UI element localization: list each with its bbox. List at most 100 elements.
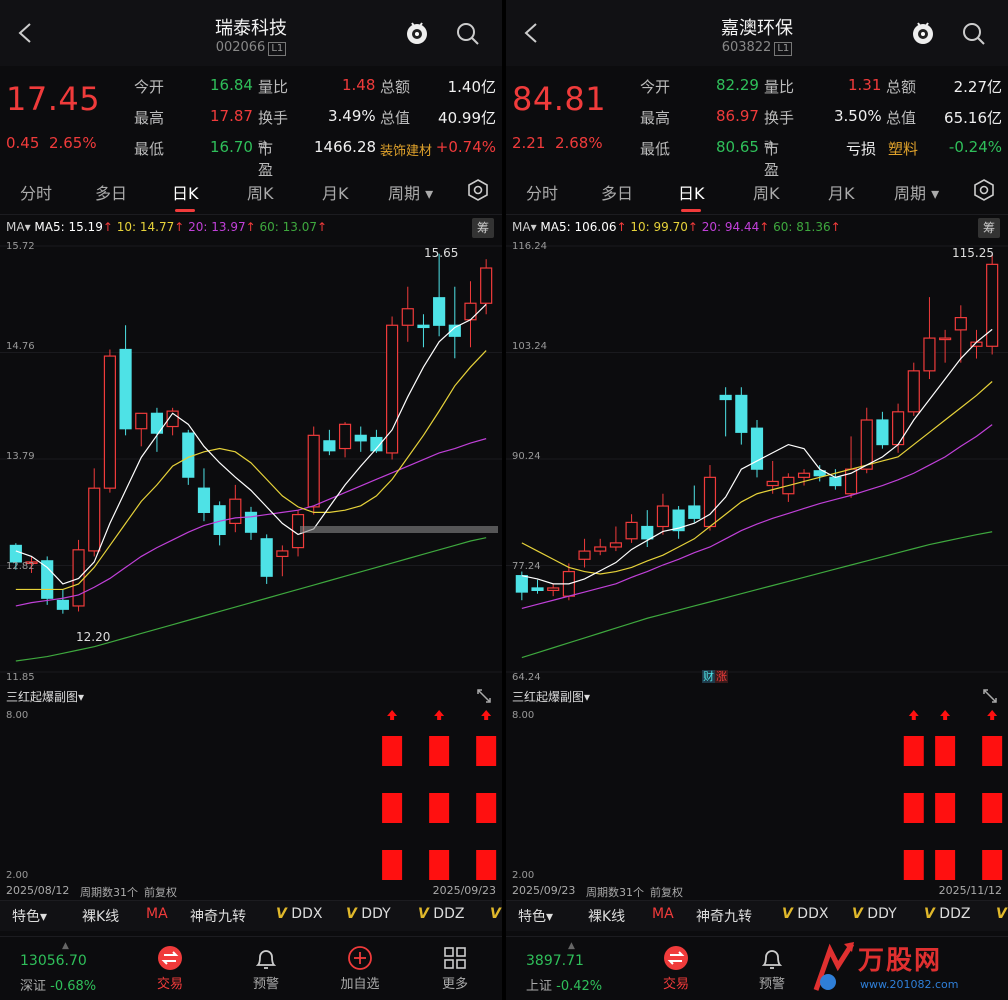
- indicator-bar: 特色▾ 裸K线 MA 神奇九转 V DDX V DDY V DDZ V: [0, 900, 502, 931]
- signal-bar: [982, 736, 1003, 766]
- quote-row-3: 最低 80.65 市盈动 亏损 塑料 -0.24%: [640, 138, 1002, 179]
- tab-monthly-k[interactable]: 月K: [322, 180, 349, 204]
- indicator-ddz[interactable]: V DDZ: [418, 906, 464, 922]
- assistant-icon[interactable]: [910, 20, 936, 46]
- nav-trade[interactable]: 交易: [646, 945, 706, 992]
- signal-bar: [935, 850, 956, 880]
- candle-body: [323, 440, 336, 452]
- bell-icon: [761, 950, 783, 969]
- axis-label: 77.24: [512, 561, 541, 572]
- signal-arrow-stem: [943, 716, 948, 720]
- indicator-naked-k[interactable]: 裸K线: [82, 906, 119, 926]
- tab-daily-k[interactable]: 日K: [678, 180, 705, 212]
- sector-change: -0.24%: [948, 138, 1002, 156]
- signal-bar: [476, 736, 497, 766]
- candle-body: [276, 550, 289, 558]
- sub-chart-selector[interactable]: 三红起爆副图▾: [512, 688, 590, 705]
- news-badges[interactable]: 财涨: [702, 668, 728, 684]
- tab-weekly-k[interactable]: 周K: [247, 180, 274, 204]
- indicator-magic-nine[interactable]: 神奇九转: [190, 906, 246, 926]
- indicator-magic-nine[interactable]: 神奇九转: [696, 906, 752, 926]
- axis-label: 12.82: [6, 561, 35, 572]
- search-icon[interactable]: [962, 22, 986, 46]
- candle-body: [719, 394, 732, 401]
- nav-alert[interactable]: 预警: [236, 945, 296, 992]
- ma60-line: [521, 531, 993, 659]
- tab-intraday[interactable]: 分时: [526, 180, 558, 204]
- search-icon[interactable]: [456, 22, 480, 46]
- signal-bar: [382, 793, 403, 823]
- candle-body: [625, 521, 638, 540]
- index-value[interactable]: ▲ 3897.71: [526, 941, 584, 969]
- candle-body: [417, 324, 430, 329]
- signal-bar: [382, 736, 403, 766]
- index-value[interactable]: ▲ 13056.70: [20, 941, 87, 969]
- ma-selector[interactable]: MA▾: [6, 220, 31, 234]
- indicator-naked-k[interactable]: 裸K线: [588, 906, 625, 926]
- candlestick-chart[interactable]: [0, 240, 502, 680]
- nav-trade[interactable]: 交易: [140, 945, 200, 992]
- candle-body: [433, 297, 446, 326]
- tab-multi-day[interactable]: 多日: [95, 180, 127, 204]
- indicator-more-v[interactable]: V: [490, 906, 501, 922]
- expand-icon[interactable]: [982, 688, 998, 704]
- chip-distribution-button[interactable]: 筹: [978, 218, 1000, 238]
- signal-bar: [982, 850, 1003, 880]
- settings-icon[interactable]: [972, 178, 996, 202]
- tab-monthly-k[interactable]: 月K: [828, 180, 855, 204]
- candle-body: [797, 472, 811, 478]
- candle-body: [197, 487, 211, 513]
- indicator-ma[interactable]: MA: [146, 906, 168, 922]
- period-tabs: 分时 多日 日K 周K 月K 周期 ▾: [0, 168, 502, 215]
- nav-add-watchlist[interactable]: 加自选: [330, 945, 390, 992]
- indicator-ddx[interactable]: V DDX: [276, 906, 322, 922]
- candle-body: [480, 267, 493, 304]
- nav-alert[interactable]: 预警: [742, 945, 802, 992]
- tab-period[interactable]: 周期 ▾: [388, 180, 433, 204]
- indicator-ddy[interactable]: V DDY: [852, 906, 897, 922]
- header: 嘉澳环保 603822 L1: [506, 0, 1008, 66]
- indicator-ddx[interactable]: V DDX: [782, 906, 828, 922]
- site-logo: 万股网 www.201082.com: [808, 938, 1008, 1000]
- tab-period[interactable]: 周期 ▾: [894, 180, 939, 204]
- last-price: 17.45: [6, 80, 101, 118]
- candle-body: [135, 412, 148, 430]
- candle-body: [766, 480, 779, 487]
- signal-arrow-stem: [990, 716, 995, 720]
- nav-more[interactable]: 更多: [425, 945, 485, 992]
- indicator-special[interactable]: 特色▾: [518, 906, 553, 926]
- signal-arrow: [481, 710, 492, 716]
- candle-body: [41, 560, 54, 599]
- candle-body: [641, 525, 654, 540]
- expand-icon[interactable]: [476, 688, 492, 704]
- sub-axis-bottom: 2.00: [6, 870, 29, 881]
- indicator-ma[interactable]: MA: [652, 906, 674, 922]
- sub-chart-selector[interactable]: 三红起爆副图▾: [6, 688, 84, 705]
- candle-body: [103, 355, 116, 489]
- candle-body: [531, 587, 544, 592]
- chip-distribution-button[interactable]: 筹: [472, 218, 494, 238]
- ma-legend: MA▾ MA5: 106.06↑ 10: 99.70↑ 20: 94.44↑ 6…: [512, 220, 841, 234]
- high-annotation: 115.25: [952, 246, 994, 260]
- sector-name: 塑料: [888, 140, 919, 158]
- last-price: 84.81: [512, 80, 607, 118]
- indicator-ddz[interactable]: V DDZ: [924, 906, 970, 922]
- tab-multi-day[interactable]: 多日: [601, 180, 633, 204]
- indicator-ddy[interactable]: V DDY: [346, 906, 391, 922]
- sector-change: +0.74%: [435, 138, 496, 156]
- indicator-special[interactable]: 特色▾: [12, 906, 47, 926]
- axis-label: 64.24: [512, 672, 541, 683]
- signal-sub-chart: [903, 710, 1003, 880]
- ma-selector[interactable]: MA▾: [512, 220, 537, 234]
- indicator-more-v[interactable]: V: [996, 906, 1007, 922]
- tab-intraday[interactable]: 分时: [20, 180, 52, 204]
- quote-row-3: 最低 16.70 市盈动 1466.28 装饰建材 +0.74%: [134, 138, 496, 179]
- candlestick-chart[interactable]: [506, 240, 1008, 680]
- tab-daily-k[interactable]: 日K: [172, 180, 199, 212]
- tab-weekly-k[interactable]: 周K: [753, 180, 780, 204]
- candle-body: [547, 587, 560, 592]
- assistant-icon[interactable]: [404, 20, 430, 46]
- axis-label: 13.79: [6, 451, 35, 462]
- settings-icon[interactable]: [466, 178, 490, 202]
- axis-label: 116.24: [512, 241, 547, 252]
